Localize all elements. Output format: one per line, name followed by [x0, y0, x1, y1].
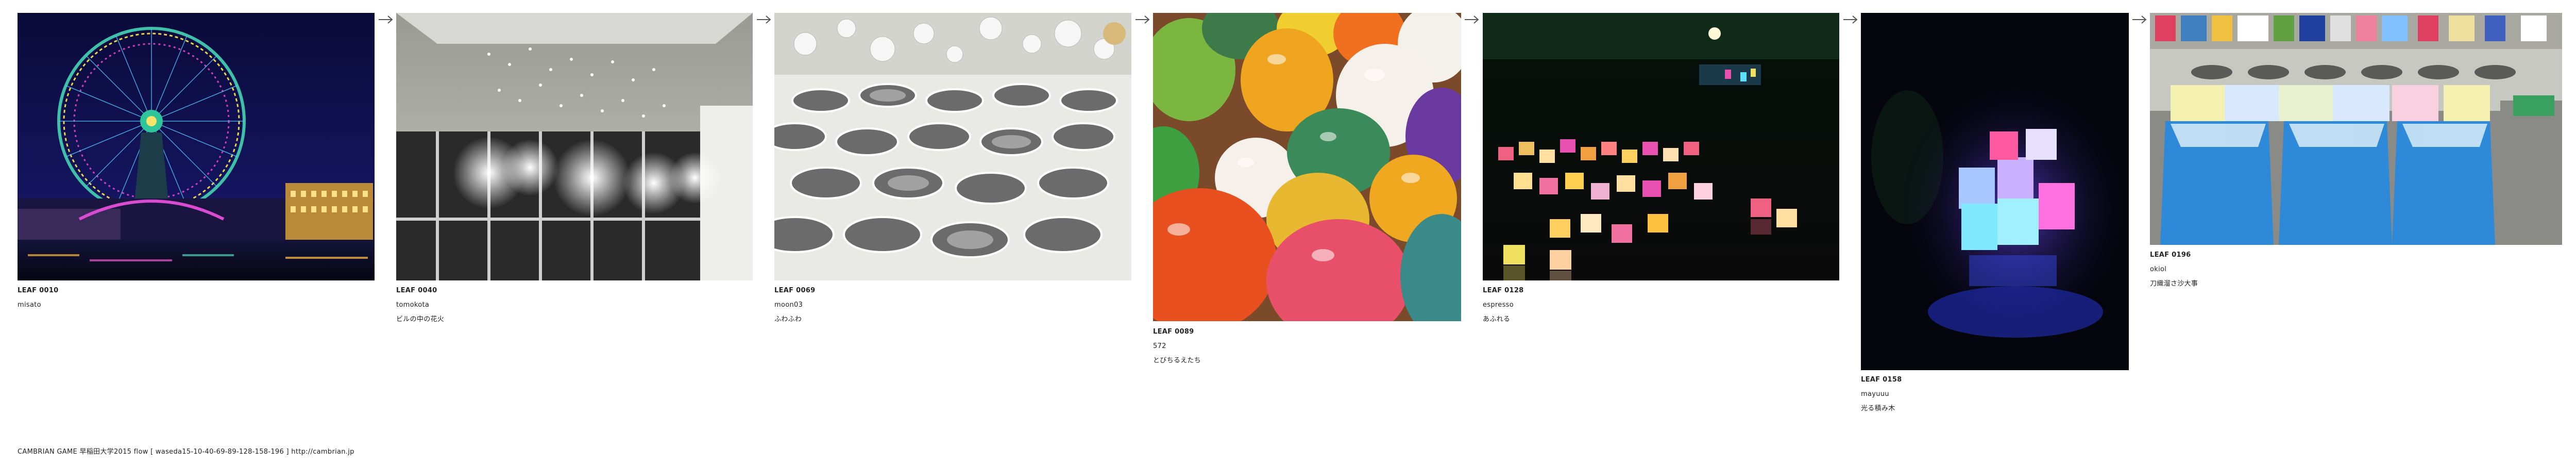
leaf-author[interactable]: misato	[18, 302, 224, 309]
arrow-right-icon	[378, 14, 394, 25]
leaf-author[interactable]: mayuuu	[1861, 391, 2067, 398]
leaf-id: LEAF 0069	[774, 287, 816, 294]
leaf-author[interactable]: 572	[1153, 343, 1359, 350]
arrow-right-icon	[756, 14, 772, 25]
leaf-id: LEAF 0158	[1861, 376, 1902, 384]
leaf-id: LEAF 0010	[18, 287, 59, 294]
leaf-caption: LEAF 0040 tomokota ビルの中の花火	[396, 287, 602, 330]
leaf-author[interactable]: okiol	[2150, 266, 2356, 273]
leaf-caption: LEAF 0069 moon03 ふわふわ	[774, 287, 980, 330]
leaf-photo-recycling-bins[interactable]	[2150, 13, 2562, 245]
leaf-photo-ferris-wheel[interactable]	[18, 13, 375, 280]
leaf-author[interactable]: tomokota	[396, 302, 602, 309]
leaf-title	[18, 316, 224, 323]
leaf-caption: LEAF 0010 misato	[18, 287, 224, 330]
leaf-title: あふれる	[1483, 316, 1511, 323]
leaf-photo-glowing-blocks[interactable]	[1861, 13, 2129, 370]
leaf-photo-balloons[interactable]	[1153, 13, 1461, 321]
leaf-title: とびちるえたち	[1153, 357, 1201, 364]
leaf-id: LEAF 0128	[1483, 287, 1524, 294]
leaf-photo-white-holes[interactable]	[774, 13, 1131, 280]
leaf-author[interactable]: espresso	[1483, 302, 1689, 309]
arrow-right-icon	[1842, 14, 1859, 25]
leaf-title: 光る積み木	[1861, 405, 1895, 412]
leaf-caption: LEAF 0158 mayuuu 光る積み木	[1861, 376, 2067, 420]
leaf-title: ふわふわ	[774, 316, 802, 323]
leaf-author[interactable]: moon03	[774, 302, 980, 309]
leaf-caption: LEAF 0089 572 とびちるえたち	[1153, 328, 1359, 372]
arrow-right-icon	[1134, 14, 1151, 25]
leaf-photo-chandelier[interactable]	[396, 13, 753, 280]
footer-text[interactable]: CAMBRIAN GAME 早稲田大学2015 flow [ waseda15-…	[18, 448, 354, 456]
leaf-caption: LEAF 0128 espresso あふれる	[1483, 287, 1689, 330]
leaf-id: LEAF 0040	[396, 287, 437, 294]
footer-credit: CAMBRIAN GAME 早稲田大学2015 flow [ waseda15-…	[18, 446, 354, 456]
arrow-right-icon	[2131, 14, 2148, 25]
leaf-id: LEAF 0089	[1153, 328, 1194, 336]
leaf-caption: LEAF 0196 okiol 刀織溜さ沙大事	[2150, 252, 2356, 295]
leaf-id: LEAF 0196	[2150, 251, 2191, 259]
arrow-right-icon	[1464, 14, 1480, 25]
leaf-title: ビルの中の花火	[396, 316, 445, 323]
leaf-photo-lanterns[interactable]	[1483, 13, 1839, 280]
leaf-title: 刀織溜さ沙大事	[2150, 280, 2198, 288]
